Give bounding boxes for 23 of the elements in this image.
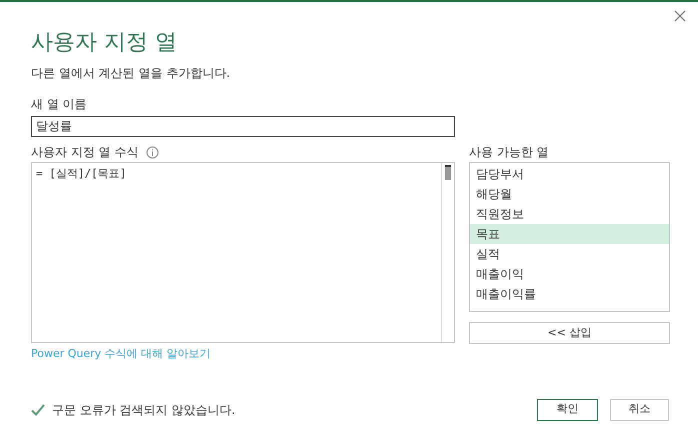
column-list-item[interactable]: 직원정보 (470, 204, 669, 224)
insert-button[interactable]: << 삽입 (469, 322, 670, 344)
column-name-field[interactable]: 달성률 (31, 116, 455, 137)
info-icon (146, 146, 160, 158)
column-list-item[interactable]: 매출이익률 (470, 284, 669, 304)
column-list-item[interactable]: 목표 (470, 224, 669, 244)
formula-text: = [실적]/[목표] (36, 166, 126, 182)
status-message: 구문 오류가 검색되지 않았습니다. (52, 402, 236, 418)
ok-button[interactable]: 확인 (537, 398, 598, 420)
field-label: 새 열 이름 (31, 96, 87, 113)
column-list-item[interactable]: 해당월 (470, 184, 669, 204)
checkmark-icon (31, 404, 45, 416)
scrollbar[interactable] (441, 163, 454, 342)
field-label: 사용자 지정 열 수식 (31, 144, 138, 161)
dialog-subtitle: 다른 열에서 계산된 열을 추가합니다. (31, 65, 230, 82)
dialog-title: 사용자 지정 열 (31, 29, 177, 57)
field-label: 사용 가능한 열 (469, 144, 549, 161)
formula-field[interactable]: = [실적]/[목표] (31, 162, 455, 343)
column-list-item[interactable]: 담당부서 (470, 164, 669, 184)
close-icon (674, 10, 686, 22)
column-list-item[interactable]: 매출이익 (470, 264, 669, 284)
cancel-button[interactable]: 취소 (610, 398, 669, 420)
column-list-item[interactable]: 실적 (470, 244, 669, 264)
